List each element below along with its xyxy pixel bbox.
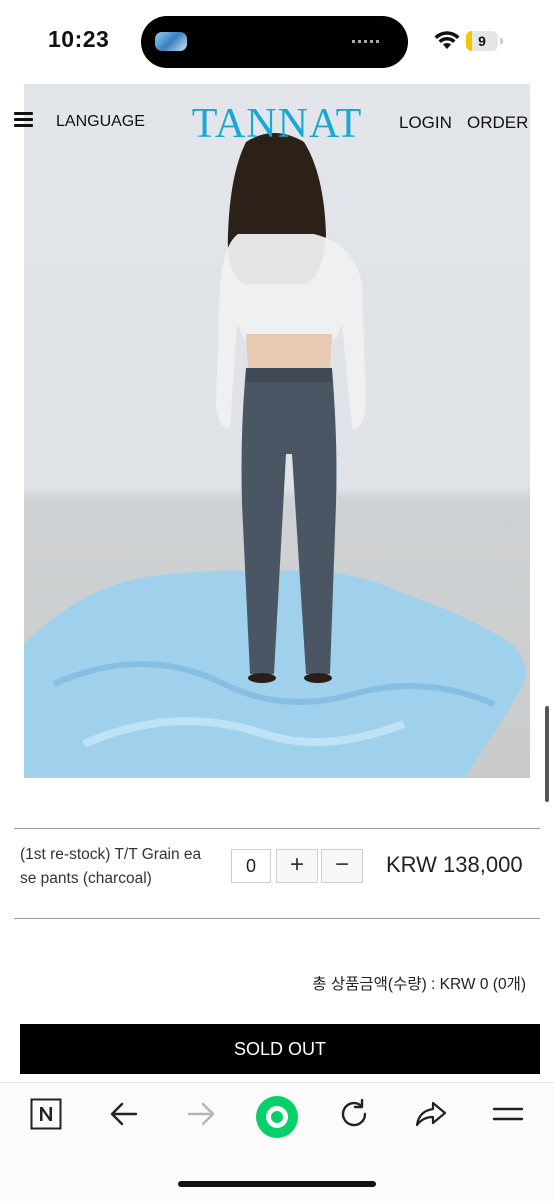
share-icon[interactable] [414, 1098, 448, 1130]
divider-top [14, 828, 540, 829]
quantity-input[interactable]: 0 [231, 849, 271, 883]
quantity-plus-button[interactable]: + [276, 849, 318, 883]
sold-out-button[interactable]: SOLD OUT [20, 1024, 540, 1074]
live-activity-thumbnail [155, 32, 187, 51]
battery-tip [500, 38, 503, 44]
naver-n-icon[interactable] [30, 1098, 62, 1130]
refresh-icon[interactable] [338, 1098, 370, 1130]
green-circle-icon[interactable] [256, 1096, 298, 1138]
battery-level: 9 [478, 33, 486, 49]
scroll-indicator [545, 706, 549, 802]
hero-illustration [24, 133, 526, 778]
dynamic-island [141, 16, 408, 68]
product-hero-image [24, 84, 530, 778]
home-indicator [178, 1181, 376, 1187]
menu-lines-icon[interactable] [492, 1098, 524, 1130]
product-option-name: (1st re-stock) T/T Grain ea se pants (ch… [20, 843, 230, 891]
status-bar: 10:23 9 [0, 0, 554, 82]
login-link[interactable]: LOGIN [399, 113, 452, 133]
island-dots [352, 40, 382, 43]
brand-logo[interactable]: TANNAT [186, 100, 368, 148]
status-time: 10:23 [48, 26, 110, 52]
language-link[interactable]: LANGUAGE [56, 113, 145, 131]
total-amount: 총 상품금액(수량) : KRW 0 (0개) [312, 976, 526, 993]
order-link[interactable]: ORDER [467, 113, 528, 133]
product-name-line-1: (1st re-stock) T/T Grain ea [20, 846, 202, 863]
forward-arrow-icon[interactable] [185, 1098, 217, 1130]
product-price: KRW 138,000 [386, 852, 523, 877]
wifi-icon [434, 31, 460, 49]
divider-bottom [14, 918, 540, 919]
battery-icon: 9 [466, 31, 498, 51]
back-arrow-icon[interactable] [108, 1098, 140, 1130]
product-name-line-2: se pants (charcoal) [20, 870, 152, 887]
hamburger-menu-icon[interactable] [14, 112, 33, 128]
quantity-minus-button[interactable]: − [321, 849, 363, 883]
